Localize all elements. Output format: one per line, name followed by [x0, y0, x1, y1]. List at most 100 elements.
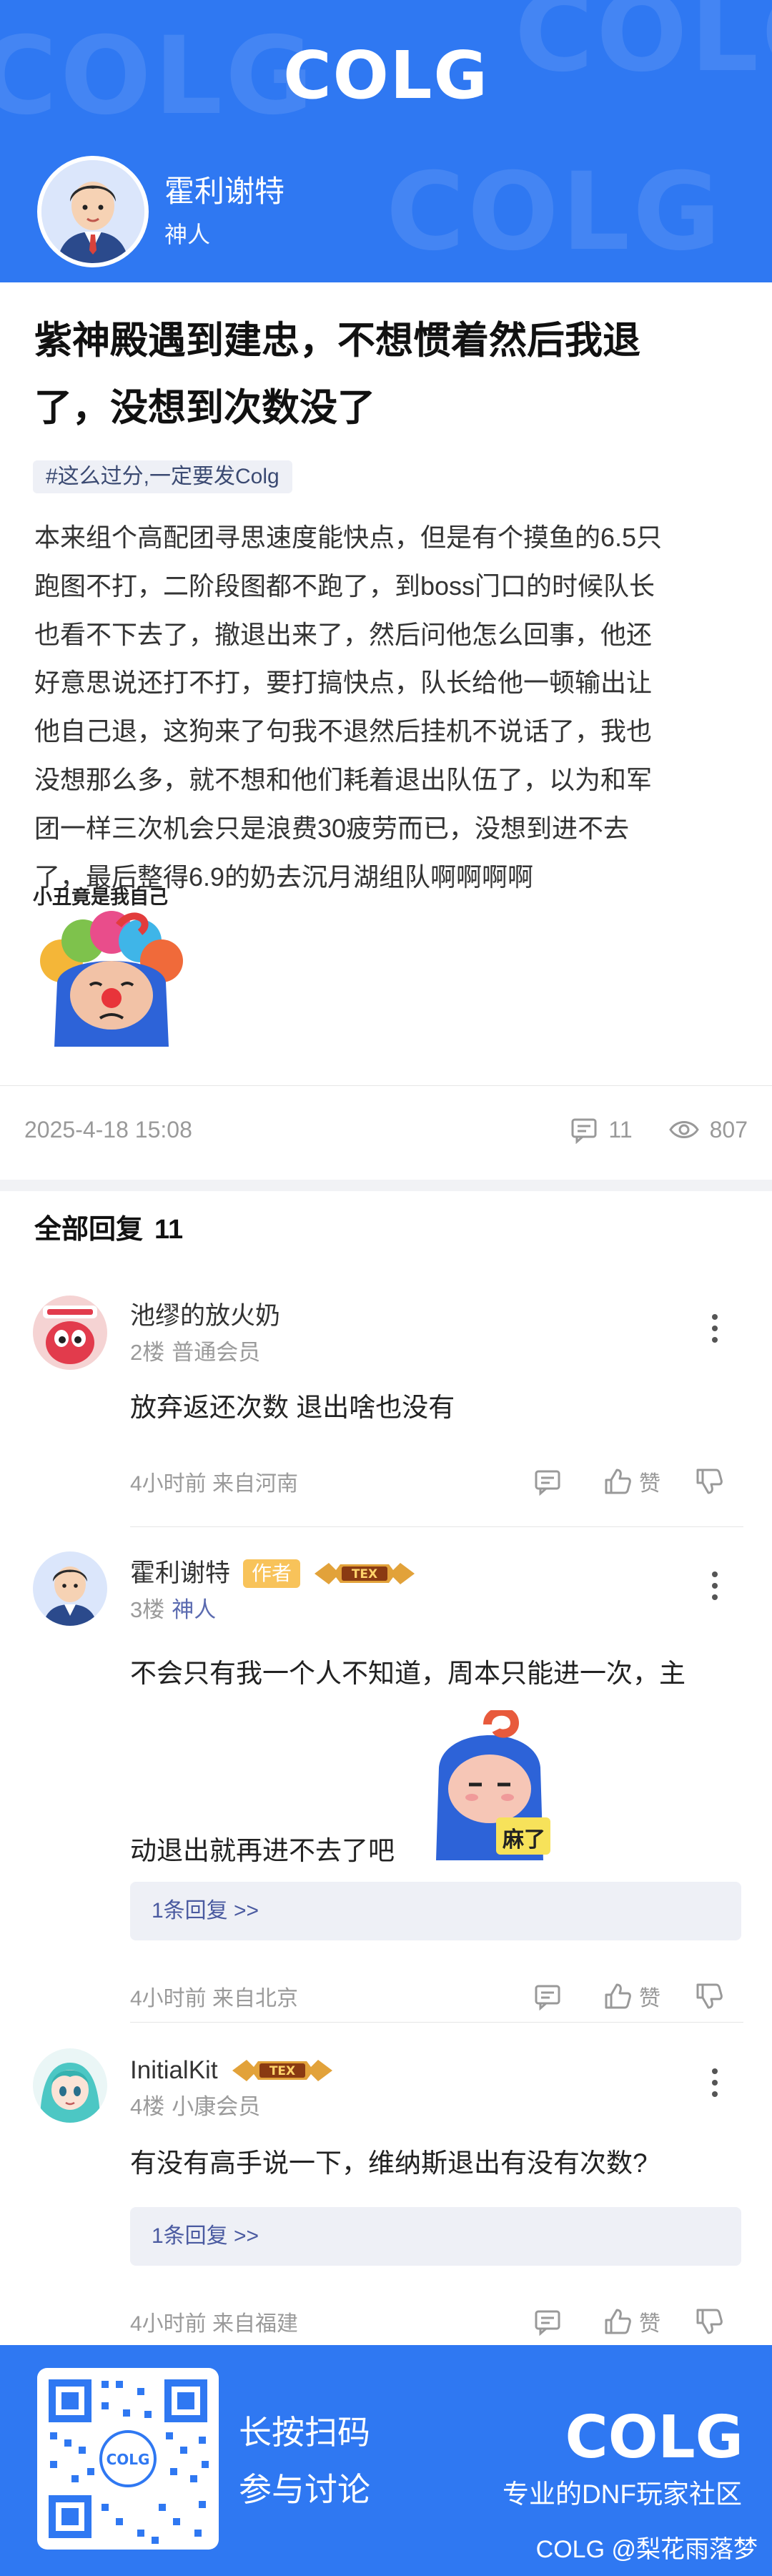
reply-username-row: InitialKit TEX — [130, 2053, 335, 2088]
footer-slogan: 专业的DNF玩家社区 — [502, 2479, 742, 2509]
reply-username[interactable]: 霍利谢特 — [130, 1556, 230, 1592]
reply-username[interactable]: InitialKit — [130, 2053, 218, 2088]
reply-button[interactable] — [533, 2307, 569, 2336]
post-body-line: 好意思说还打不打，要打搞快点，队长给他一顿输出让 — [34, 668, 653, 698]
dislike-button[interactable] — [695, 1982, 731, 2010]
divider — [130, 2022, 743, 2023]
author-badge: 作者 — [243, 1559, 301, 1588]
like-button[interactable]: 赞 — [603, 1466, 660, 1497]
comment-stat[interactable]: 11 — [570, 1115, 633, 1144]
post-body-line: 本来组个高配团寻思速度能快点，但是有个摸鱼的6.5只 — [34, 523, 663, 552]
thumbs-up-icon — [605, 1469, 631, 1494]
reply-floor: 3楼 — [130, 1597, 165, 1622]
footer-logo: COLG — [565, 2404, 743, 2472]
reply-floor: 4楼 — [130, 2094, 165, 2119]
reply-button[interactable] — [533, 1467, 569, 1496]
reply-text-line: 不会只有我一个人不知道，周本只能进一次，主 — [130, 1659, 686, 1688]
post-author[interactable]: 霍利谢特 神人 — [37, 156, 284, 267]
reply-text: 有没有高手说一下，维纳斯退出有没有次数? — [130, 2148, 648, 2178]
post-body-line: 跑图不打，二阶段图都不跑了，到boss门口的时候队长 — [34, 571, 655, 601]
avatar[interactable] — [37, 156, 149, 267]
author-name[interactable]: 霍利谢特 — [164, 172, 284, 212]
divider — [0, 1085, 772, 1086]
view-count: 807 — [709, 1116, 748, 1143]
dislike-button[interactable] — [695, 2307, 731, 2336]
thumbs-up-icon — [605, 2309, 631, 2334]
reply-button[interactable] — [533, 1982, 569, 2010]
qr-code[interactable]: COLG — [37, 2368, 219, 2550]
reply-floor-rank: 3楼 神人 — [130, 1594, 216, 1626]
avatar[interactable] — [33, 2048, 107, 2123]
like-button[interactable]: 赞 — [603, 2306, 660, 2337]
divider — [130, 1526, 743, 1527]
post-body-line: 也看不下去了，撤退出来了，然后问他怎么回事，他还 — [34, 619, 653, 649]
comment-count: 11 — [608, 1116, 633, 1143]
numb-sticker[interactable]: 麻了 — [422, 1707, 558, 1860]
reply-meta: 4小时前 来自河南 — [130, 1472, 299, 1496]
author-rank: 神人 — [164, 222, 211, 247]
reply-footer: 4小时前 来自北京 赞 — [130, 1976, 731, 2016]
more-options-icon[interactable] — [708, 2066, 722, 2100]
post-date: 2025-4-18 15:08 — [24, 1116, 192, 1143]
reply-rank: 小康会员 — [172, 2094, 261, 2119]
thumbs-down-icon — [696, 2309, 723, 2334]
reply-floor: 2楼 — [130, 1340, 165, 1365]
replies-header: 全部回复 11 — [34, 1208, 183, 1251]
reply-rank: 神人 — [172, 1597, 217, 1622]
reply-footer: 4小时前 来自河南 赞 — [130, 1461, 731, 1501]
watermark-logo: COLG — [386, 150, 724, 275]
level-badge-text: TEX — [269, 2064, 295, 2078]
reply-meta: 4小时前 来自福建 — [130, 2312, 299, 2336]
qr-logo-text: COLG — [107, 2451, 150, 2468]
level-badge-icon: TEX — [232, 2060, 332, 2081]
post-title: 紫神殿遇到建忠，不想惯着然后我退 了，没想到次数没了 — [34, 307, 742, 442]
reply-floor-rank: 2楼 普通会员 — [130, 1337, 260, 1368]
post-title-line: 了，没想到次数没了 — [34, 387, 375, 429]
thumbs-down-icon — [696, 1983, 723, 2009]
reply-rank: 普通会员 — [172, 1340, 261, 1365]
colg-logo: COLG — [283, 37, 489, 114]
share-footer: COLG 长按扫码 参与讨论 COLG 专业的DNF玩家社区 COLG @梨花雨… — [0, 2345, 772, 2576]
sticker-caption: 麻了 — [503, 1827, 545, 1852]
scan-text: 长按扫码 — [239, 2414, 370, 2451]
post-body-line: 他自己退，这狗来了句我不退然后挂机不说话了，我也 — [34, 716, 653, 746]
post-title-line: 紫神殿遇到建忠，不想惯着然后我退 — [34, 320, 640, 362]
sub-reply-link[interactable]: 1条回复 >> — [130, 1882, 741, 1940]
like-label: 赞 — [639, 1987, 660, 2010]
thumbs-up-icon — [605, 1983, 631, 2009]
like-button[interactable]: 赞 — [603, 1980, 660, 2012]
replies-title: 全部回复 — [34, 1215, 144, 1245]
dislike-button[interactable] — [695, 1467, 731, 1496]
reply-username-row: 霍利谢特 作者 TEX — [130, 1556, 417, 1592]
sticker-caption: 小丑竟是我自己 — [33, 887, 168, 909]
comment-icon — [535, 1470, 560, 1496]
like-label: 赞 — [639, 1472, 660, 1496]
reply-text-line: 动退出就再进不去了吧 — [130, 1836, 395, 1865]
section-gap — [0, 1180, 772, 1191]
reply-username[interactable]: 池缪的放火奶 — [130, 1298, 280, 1334]
header-banner: COLG COLG COLG COLG 霍利谢特 神人 — [0, 0, 772, 282]
reply-meta: 4小时前 来自北京 — [130, 1987, 299, 2010]
join-text: 参与讨论 — [239, 2471, 370, 2508]
post-body: 本来组个高配团寻思速度能快点，但是有个摸鱼的6.5只 跑图不打，二阶段图都不跑了… — [34, 513, 742, 901]
reply-footer: 4小时前 来自福建 赞 — [130, 2301, 731, 2341]
more-options-icon[interactable] — [708, 1569, 722, 1603]
more-options-icon[interactable] — [708, 1311, 722, 1346]
replies-count: 11 — [154, 1215, 184, 1245]
comment-icon — [535, 1985, 560, 2010]
avatar[interactable] — [33, 1296, 107, 1370]
level-badge-text: TEX — [352, 1567, 377, 1581]
reply-text: 放弃返还次数 退出啥也没有 — [130, 1393, 455, 1422]
view-stat: 807 — [668, 1115, 748, 1144]
comment-icon — [535, 2310, 560, 2336]
avatar[interactable] — [33, 1551, 107, 1626]
level-badge-icon: TEX — [315, 1563, 415, 1584]
comment-icon — [571, 1118, 597, 1144]
like-label: 赞 — [639, 2312, 660, 2336]
footer-credit: COLG @梨花雨落梦 — [535, 2536, 758, 2563]
sub-reply-link[interactable]: 1条回复 >> — [130, 2207, 741, 2266]
post-body-line: 团一样三次机会只是浪费30疲劳而已，没想到进不去 — [34, 813, 630, 843]
thumbs-down-icon — [696, 1469, 723, 1494]
clown-sticker[interactable]: 小丑竟是我自己 — [33, 887, 190, 1047]
topic-tag[interactable]: #这么过分,一定要发Colg — [33, 460, 292, 493]
